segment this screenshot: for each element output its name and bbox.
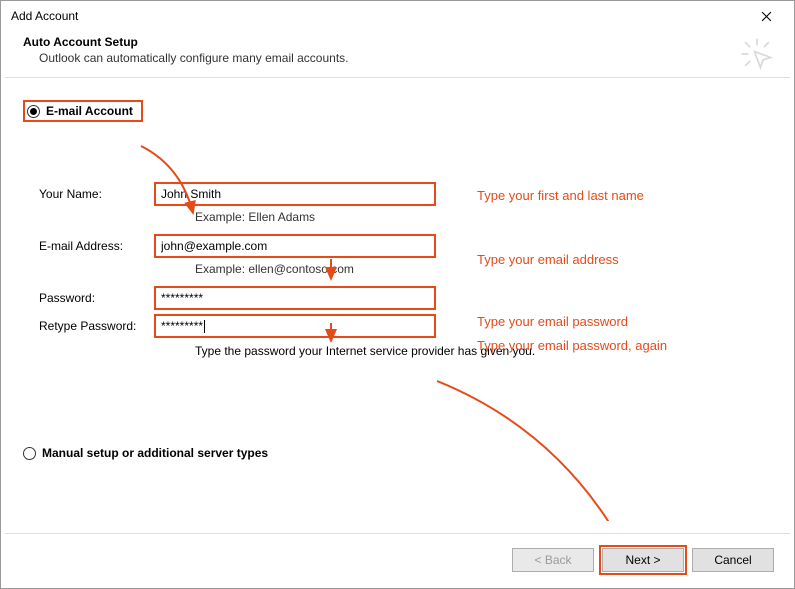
dialog-buttons: < Back Next > Cancel xyxy=(512,548,774,572)
cursor-click-icon xyxy=(740,37,774,71)
radio-icon xyxy=(27,105,40,118)
retype-label: Retype Password: xyxy=(39,319,155,333)
hint-password: Type your email password xyxy=(477,314,628,329)
titlebar: Add Account xyxy=(1,1,794,31)
header-title: Auto Account Setup xyxy=(23,35,772,49)
email-label: E-mail Address: xyxy=(39,239,155,253)
header: Auto Account Setup Outlook can automatic… xyxy=(1,31,794,77)
hint-email: Type your email address xyxy=(477,252,619,267)
close-button[interactable] xyxy=(746,2,786,30)
add-account-dialog: Add Account Auto Account Setup Outlook c… xyxy=(0,0,795,589)
dialog-body: E-mail Account Your Name: Example: Ellen… xyxy=(1,78,794,516)
password-input[interactable] xyxy=(155,287,435,309)
text-caret xyxy=(204,320,205,333)
password-label: Password: xyxy=(39,291,155,305)
window-title: Add Account xyxy=(11,9,746,23)
footer-divider xyxy=(5,533,790,534)
radio-manual-setup[interactable]: Manual setup or additional server types xyxy=(23,446,268,460)
account-form: Your Name: Example: Ellen Adams E-mail A… xyxy=(39,182,759,358)
cancel-button[interactable]: Cancel xyxy=(692,548,774,572)
hint-retype: Type your email password, again xyxy=(477,338,667,353)
radio-email-account-label: E-mail Account xyxy=(46,104,133,118)
close-icon xyxy=(761,11,772,22)
name-label: Your Name: xyxy=(39,187,155,201)
back-button: < Back xyxy=(512,548,594,572)
name-example: Example: Ellen Adams xyxy=(195,210,759,224)
header-subtitle: Outlook can automatically configure many… xyxy=(23,51,772,65)
retype-input[interactable]: ********* xyxy=(155,315,435,337)
radio-icon xyxy=(23,447,36,460)
next-button[interactable]: Next > xyxy=(602,548,684,572)
name-input[interactable] xyxy=(155,183,435,205)
radio-manual-label: Manual setup or additional server types xyxy=(42,446,268,460)
radio-email-account[interactable]: E-mail Account xyxy=(23,100,143,122)
hint-name: Type your first and last name xyxy=(477,188,644,203)
email-input[interactable] xyxy=(155,235,435,257)
